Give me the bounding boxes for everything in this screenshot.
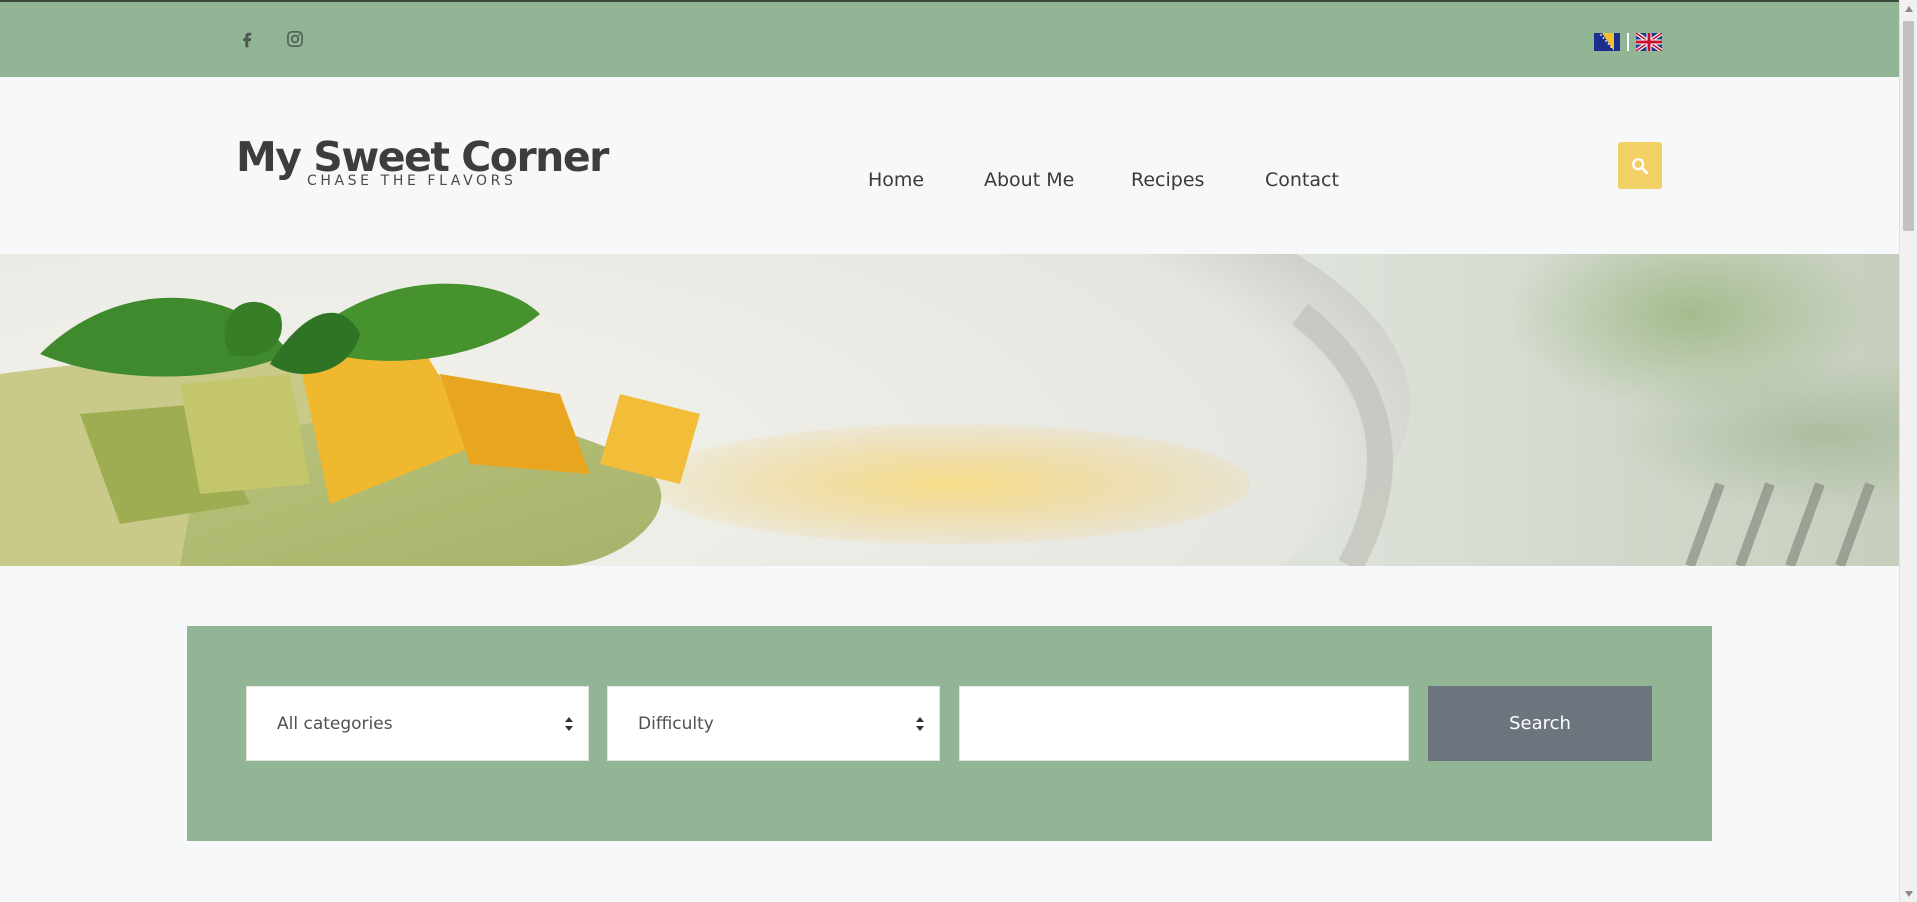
hero-illustration: [0, 254, 1875, 566]
hero-banner-image: [0, 254, 1899, 566]
category-select-value: All categories: [277, 713, 393, 734]
select-arrows-icon: [916, 716, 924, 731]
keyword-input[interactable]: [960, 687, 1408, 760]
site-logo[interactable]: My Sweet Corner CHASE THE FLAVORS: [236, 133, 609, 189]
keyword-input-wrapper: [959, 686, 1409, 761]
site-header: My Sweet Corner CHASE THE FLAVORS Home A…: [0, 77, 1899, 254]
category-select[interactable]: All categories: [246, 686, 589, 761]
select-arrows-icon: [565, 716, 573, 731]
scrollbar-thumb[interactable]: [1903, 21, 1914, 231]
search-icon: [1632, 157, 1649, 174]
top-bar: [0, 0, 1899, 77]
facebook-icon[interactable]: [236, 28, 258, 50]
nav-item-about[interactable]: About Me: [984, 169, 1131, 191]
scroll-up-arrow-icon[interactable]: [1900, 0, 1917, 17]
difficulty-select[interactable]: Difficulty: [607, 686, 940, 761]
difficulty-select-value: Difficulty: [638, 713, 714, 734]
uk-flag-icon[interactable]: [1636, 33, 1662, 51]
nav-item-home[interactable]: Home: [868, 169, 984, 191]
language-separator: [1627, 33, 1629, 51]
recipe-search-panel: All categories Difficulty Search: [187, 626, 1712, 841]
social-links: [236, 28, 306, 50]
scroll-down-arrow-icon[interactable]: [1900, 885, 1917, 902]
nav-item-recipes[interactable]: Recipes: [1131, 169, 1265, 191]
main-nav: Home About Me Recipes Contact: [868, 169, 1375, 191]
instagram-icon[interactable]: [284, 28, 306, 50]
page-scrollbar[interactable]: [1899, 0, 1917, 902]
language-switcher: [1594, 33, 1662, 51]
nav-item-contact[interactable]: Contact: [1265, 169, 1375, 191]
bosnia-flag-icon[interactable]: [1594, 33, 1620, 51]
header-search-button[interactable]: [1618, 142, 1662, 189]
search-button[interactable]: Search: [1428, 686, 1652, 761]
